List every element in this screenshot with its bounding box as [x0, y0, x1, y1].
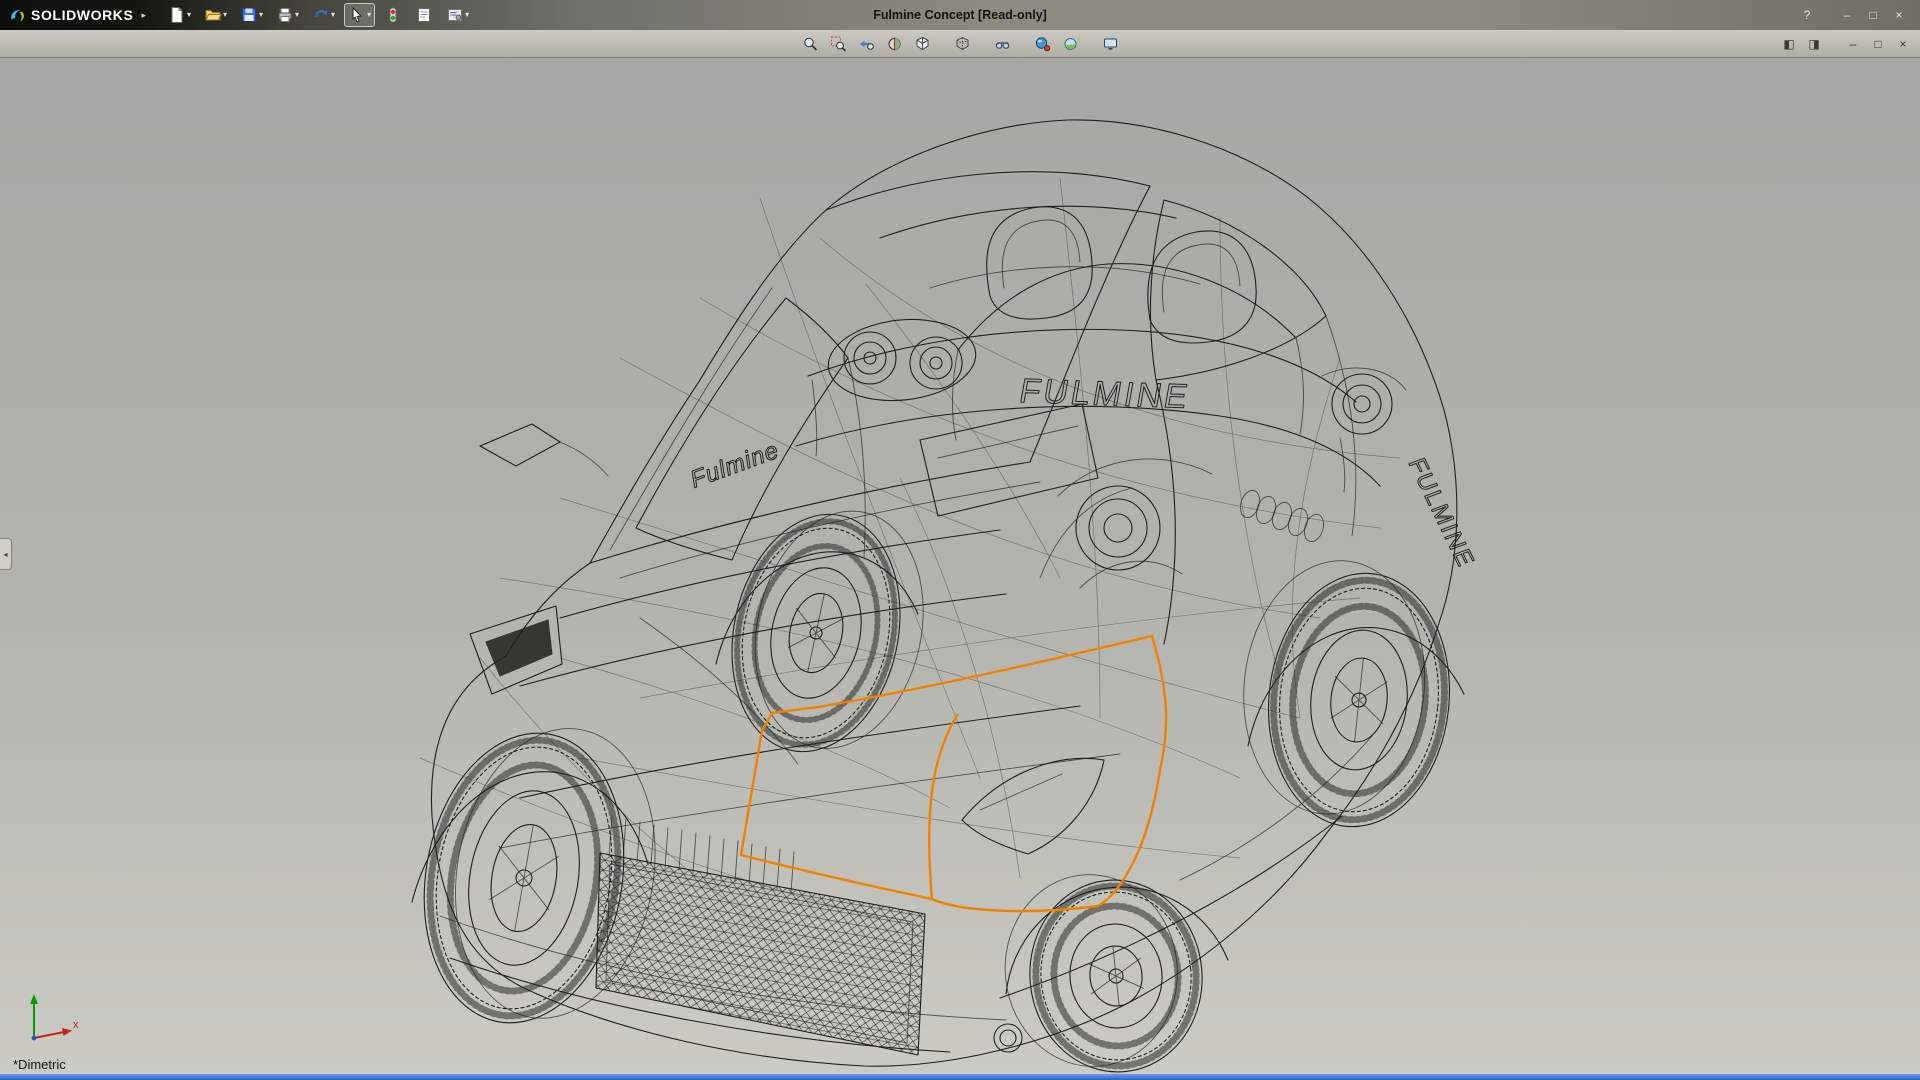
model-scene[interactable]: FULMINE FULMINE Fulmine	[0, 58, 1920, 1074]
brand-separator-icon: ▸	[141, 9, 146, 20]
new-document-button[interactable]: ▾	[164, 3, 195, 27]
hide-show-items-button[interactable]	[992, 33, 1013, 54]
dropdown-caret[interactable]: ▾	[223, 11, 227, 19]
taskbar-edge	[0, 1074, 1920, 1080]
dropdown-caret[interactable]: ▾	[295, 11, 299, 19]
rebuild-stoplight-icon	[389, 7, 397, 23]
highlighted-sketch[interactable]	[741, 636, 1166, 911]
wheel-rear-right	[1230, 552, 1462, 836]
doc-close-button[interactable]: ×	[1895, 36, 1911, 52]
section-view-icon	[888, 37, 900, 50]
pane-left-toggle[interactable]: ◧	[1781, 36, 1797, 52]
car-front-grille	[596, 816, 925, 1055]
title-bar: SOLIDWORKS ▸ ▾ ▾ ▾ ▾ ▾ ▾ ▾ Fulmine Conce…	[0, 0, 1920, 30]
heads-up-view-toolbar	[800, 33, 1121, 54]
hide-show-glasses-icon	[995, 41, 1009, 49]
hidden-edges	[420, 178, 1400, 938]
window-title: Fulmine Concept [Read-only]	[873, 8, 1047, 22]
x-axis-label: x	[73, 1019, 79, 1031]
car-model-wireframe[interactable]: FULMINE FULMINE Fulmine	[402, 120, 1481, 1074]
graphics-viewport[interactable]: FULMINE FULMINE Fulmine ◂ x *Dimetric	[0, 58, 1920, 1074]
maximize-button[interactable]: □	[1862, 6, 1884, 24]
select-cursor-icon	[352, 6, 363, 23]
apply-scene-button[interactable]	[1060, 33, 1081, 54]
minimize-button[interactable]: –	[1836, 6, 1858, 24]
previous-view-button[interactable]	[856, 33, 877, 54]
view-orientation-cube-icon	[916, 36, 928, 50]
z-axis-origin	[31, 1035, 37, 1041]
brand-name: SOLIDWORKS	[31, 7, 134, 23]
rebuild-button[interactable]	[380, 3, 406, 27]
x-axis-arrow	[62, 1028, 72, 1036]
solidworks-logo: SOLIDWORKS ▸	[0, 0, 156, 30]
section-view-button[interactable]	[884, 33, 905, 54]
view-orientation-button[interactable]	[912, 33, 933, 54]
close-button[interactable]: ×	[1888, 6, 1910, 24]
reference-triad: x	[30, 994, 79, 1041]
previous-view-icon	[859, 40, 874, 50]
undo-button[interactable]: ▾	[308, 3, 339, 27]
edit-appearance-icon	[1035, 36, 1050, 51]
zoom-to-fit-button[interactable]	[800, 33, 821, 54]
document-window-controls: ◧ ◨ – □ ×	[1781, 36, 1920, 52]
display-style-icon	[956, 36, 968, 50]
options-button[interactable]: ▾	[442, 3, 473, 27]
doc-minimize-button[interactable]: –	[1845, 36, 1861, 52]
main-toolbar: ▾ ▾ ▾ ▾ ▾ ▾ ▾	[156, 3, 473, 27]
print-icon	[278, 8, 292, 22]
car-seats	[987, 207, 1257, 343]
save-icon	[242, 8, 257, 22]
car-left-side	[470, 298, 865, 694]
view-orientation-label: *Dimetric	[13, 1057, 66, 1072]
help-button[interactable]: ?	[1796, 6, 1818, 24]
zoom-to-area-icon	[830, 36, 846, 52]
side-badge-text: FULMINE	[1402, 455, 1480, 571]
apply-scene-icon	[1064, 37, 1076, 50]
dropdown-caret[interactable]: ▾	[331, 11, 335, 19]
dropdown-caret[interactable]: ▾	[187, 11, 191, 19]
display-style-button[interactable]	[952, 33, 973, 54]
zoom-to-fit-icon	[803, 37, 817, 51]
save-button[interactable]: ▾	[236, 3, 267, 27]
window-controls: ? – □ ×	[1796, 6, 1920, 24]
dropdown-caret[interactable]: ▾	[367, 11, 371, 19]
open-folder-icon	[205, 10, 222, 21]
print-button[interactable]: ▾	[272, 3, 303, 27]
new-document-icon	[171, 7, 183, 23]
file-properties-button[interactable]	[411, 3, 437, 27]
options-icon	[448, 9, 463, 21]
zoom-to-area-button[interactable]	[828, 33, 849, 54]
feature-panel-splitter[interactable]: ◂	[0, 538, 12, 570]
car-front-right-lamp	[962, 758, 1104, 854]
solidworks-window: SOLIDWORKS ▸ ▾ ▾ ▾ ▾ ▾ ▾ ▾ Fulmine Conce…	[0, 0, 1920, 1080]
file-properties-icon	[418, 8, 431, 22]
dropdown-caret[interactable]: ▾	[465, 11, 469, 19]
y-axis-arrow	[30, 994, 38, 1004]
dropdown-caret[interactable]: ▾	[259, 11, 263, 19]
view-settings-button[interactable]	[1100, 33, 1121, 54]
doc-restore-button[interactable]: □	[1870, 36, 1886, 52]
select-tool-button[interactable]: ▾	[344, 3, 376, 27]
edit-appearance-button[interactable]	[1032, 33, 1053, 54]
3ds-swirl-icon	[11, 9, 25, 21]
view-toolbar: ◧ ◨ – □ ×	[0, 30, 1920, 58]
view-settings-icon	[1103, 38, 1117, 50]
pane-right-toggle[interactable]: ◨	[1806, 36, 1822, 52]
open-button[interactable]: ▾	[200, 3, 231, 27]
undo-icon	[315, 10, 328, 18]
